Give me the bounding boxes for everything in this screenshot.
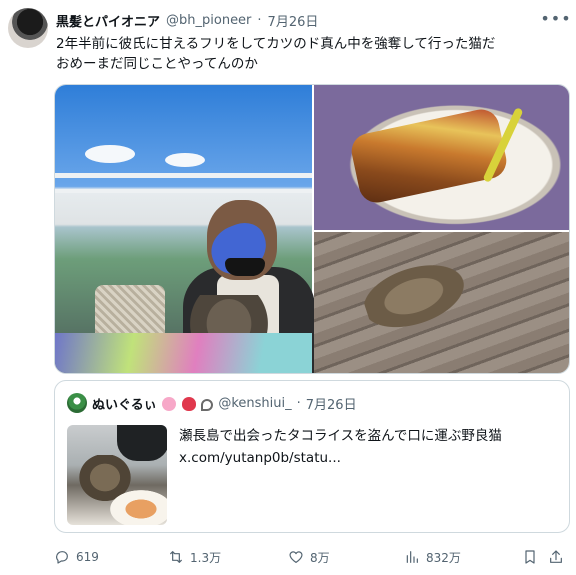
- quoted-tweet[interactable]: ぬいぐるぃ @kenshiui_ · 7月26日 瀬長島で出会ったタコライスを盗…: [54, 380, 570, 533]
- railing: [55, 189, 312, 193]
- heart-icon: [289, 551, 303, 563]
- colorful-tablecloth: [55, 333, 312, 373]
- like-count: 8万: [310, 550, 330, 565]
- quote-date: 7月26日: [305, 397, 357, 413]
- media-grid: [54, 84, 570, 374]
- quote-header: ぬいぐるぃ @kenshiui_ · 7月26日: [67, 393, 559, 413]
- retweet-button[interactable]: 1.3万: [168, 549, 221, 566]
- like-button[interactable]: 8万: [288, 549, 330, 566]
- quote-text: 瀬長島で出会ったタコライスを盗んで口に運ぶ野良猫 x.com/yutanp0b/…: [179, 425, 559, 469]
- photo-person-with-cat[interactable]: [55, 85, 315, 373]
- bookmark-icon: [525, 550, 535, 564]
- katsu-curry: [348, 106, 510, 206]
- taco-rice-plate: [105, 487, 167, 525]
- author-handle[interactable]: @bh_pioneer: [166, 13, 251, 28]
- reply-button[interactable]: 619: [54, 549, 99, 565]
- share-button[interactable]: [548, 549, 564, 565]
- separator-dot: ·: [257, 12, 262, 28]
- views-button[interactable]: 832万: [404, 549, 461, 566]
- more-horizontal-icon[interactable]: •••: [540, 8, 570, 28]
- quote-author-avatar: [67, 393, 87, 413]
- quote-author-name: ぬいぐるぃ: [92, 394, 214, 413]
- quote-thumbnail: [67, 425, 167, 525]
- photo-cat-on-deck[interactable]: [314, 232, 569, 373]
- share-icon: [550, 550, 562, 563]
- cloud-shape: [165, 153, 205, 167]
- anatomical-heart-icon: [181, 396, 196, 411]
- quote-author-name-text: ぬいぐるぃ: [92, 397, 157, 413]
- tweet-header: 黒髪とパイオニア @bh_pioneer · 7月26日: [56, 10, 556, 30]
- railing: [55, 173, 312, 178]
- author-name[interactable]: 黒髪とパイオニア: [56, 11, 160, 30]
- quote-link[interactable]: x.com/yutanp0b/statu...: [179, 447, 559, 469]
- brain-icon: [162, 396, 177, 411]
- bar-chart-icon: [406, 551, 418, 563]
- reply-count: 619: [76, 550, 99, 564]
- tabby-cat: [356, 246, 482, 343]
- retweet-count: 1.3万: [190, 550, 222, 565]
- tweet-text-line: 2年半前に彼氏に甘えるフリをしてカツのド真ん中を強奪して行った猫だ: [56, 36, 496, 52]
- reply-icon: [56, 551, 68, 564]
- separator-dot: ·: [296, 395, 301, 411]
- author-avatar[interactable]: [8, 8, 48, 48]
- tweet-text: 2年半前に彼氏に甘えるフリをしてカツのド真ん中を強奪して行った猫だ おめーまだ同…: [56, 34, 562, 74]
- face-mask: [225, 258, 265, 276]
- bookmark-button[interactable]: [522, 549, 538, 565]
- action-bar: 619 1.3万 8万 832万: [54, 546, 570, 568]
- tweet-text-line: おめーまだ同じことやってんのか: [56, 56, 258, 72]
- cloud-shape: [85, 145, 135, 163]
- tweet-date[interactable]: 7月26日: [268, 11, 319, 30]
- quote-body: 瀬長島で出会ったタコライスを盗んで口に運ぶ野良猫: [179, 428, 502, 444]
- quote-handle: @kenshiui_: [218, 395, 292, 411]
- retweet-icon: [170, 551, 182, 563]
- view-count: 832万: [426, 550, 461, 565]
- photo-katsu-plate[interactable]: [314, 85, 569, 230]
- stethoscope-icon: [201, 398, 214, 411]
